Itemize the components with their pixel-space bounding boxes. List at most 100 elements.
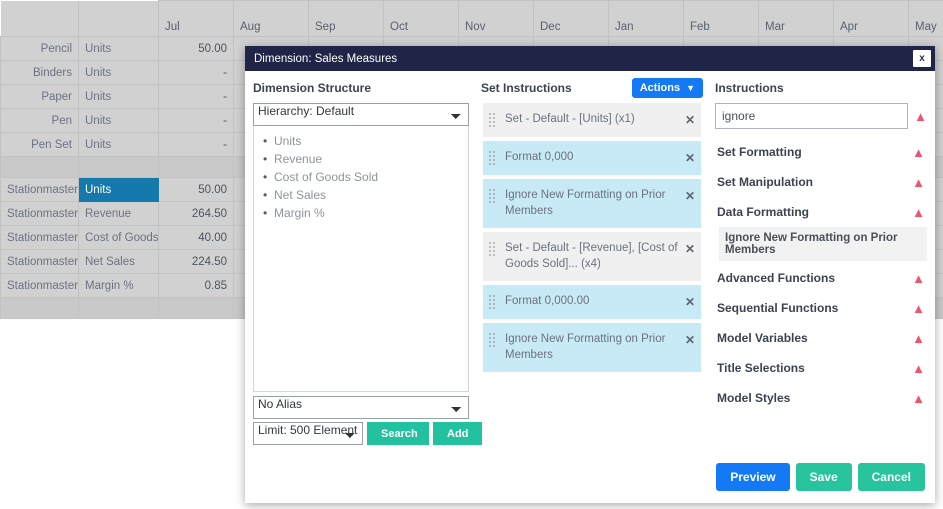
grid-header-aug[interactable]: Aug: [234, 1, 309, 37]
section-header[interactable]: Set Manipulation ▲: [715, 169, 927, 195]
section-header[interactable]: Set Formatting ▲: [715, 139, 927, 165]
grid-header-sep[interactable]: Sep: [309, 1, 384, 37]
grid-header-jan[interactable]: Jan: [609, 1, 684, 37]
grid-header-apr[interactable]: Apr: [834, 1, 909, 37]
remove-icon[interactable]: ✕: [685, 113, 695, 127]
row-measure[interactable]: Units: [79, 85, 159, 109]
row-label: Pencil: [1, 37, 79, 61]
section-header[interactable]: Title Selections ▲: [715, 355, 927, 381]
row-measure[interactable]: Units: [79, 133, 159, 157]
drag-handle-icon[interactable]: [487, 151, 497, 165]
hierarchy-select[interactable]: Hierarchy: Default: [253, 103, 469, 126]
set-instruction-item[interactable]: Format 0,000.00 ✕: [483, 285, 701, 319]
chevron-up-icon[interactable]: ▲: [912, 146, 925, 159]
cell-jul[interactable]: 264.50: [159, 202, 234, 226]
dialog-footer: Preview Save Cancel: [245, 451, 935, 503]
chevron-up-icon[interactable]: ▲: [912, 176, 925, 189]
chevron-up-icon[interactable]: ▲: [912, 272, 925, 285]
row-label: Stationmaster: [1, 274, 79, 298]
alias-select[interactable]: No Alias: [253, 396, 469, 419]
cell-jul[interactable]: 40.00: [159, 226, 234, 250]
row-measure[interactable]: Units: [79, 109, 159, 133]
drag-handle-icon[interactable]: [487, 242, 497, 256]
row-measure[interactable]: Cost of Goods Sold: [79, 226, 159, 250]
remove-icon[interactable]: ✕: [685, 242, 695, 256]
grid-header-feb[interactable]: Feb: [684, 1, 759, 37]
cell-jul[interactable]: 224.50: [159, 250, 234, 274]
grid-header-blank-1: [1, 1, 79, 37]
drag-handle-icon[interactable]: [487, 113, 497, 127]
dialog-title: Dimension: Sales Measures: [254, 53, 913, 65]
dimension-tree[interactable]: Units Revenue Cost of Goods Sold Net Sal…: [253, 126, 469, 392]
set-instruction-label: Format 0,000.00: [505, 294, 685, 310]
search-button[interactable]: Search: [367, 422, 429, 445]
grid-header-jul[interactable]: Jul: [159, 1, 234, 37]
remove-icon[interactable]: ✕: [685, 151, 695, 165]
add-button[interactable]: Add: [433, 422, 482, 445]
tree-item-revenue[interactable]: Revenue: [258, 150, 464, 168]
limit-select[interactable]: Limit: 500 Element: [253, 422, 363, 445]
chevron-up-icon[interactable]: ▲: [912, 392, 925, 405]
drag-handle-icon[interactable]: [487, 295, 497, 309]
cell-jul[interactable]: -: [159, 61, 234, 85]
cell-jul[interactable]: -: [159, 109, 234, 133]
chevron-up-icon[interactable]: ▲: [912, 362, 925, 375]
save-button[interactable]: Save: [796, 463, 852, 491]
cell-jul[interactable]: -: [159, 133, 234, 157]
instructions-library-panel: Instructions ▲ Set Formatting ▲ Set Mani…: [707, 71, 935, 451]
section-header[interactable]: Model Variables ▲: [715, 325, 927, 351]
row-label: Paper: [1, 85, 79, 109]
instructions-search-input[interactable]: [715, 103, 908, 129]
grid-header-dec[interactable]: Dec: [534, 1, 609, 37]
cell-jul[interactable]: 0.85: [159, 274, 234, 298]
drag-handle-icon[interactable]: [487, 333, 497, 347]
set-instruction-item[interactable]: Ignore New Formatting on Prior Members ✕: [483, 323, 701, 372]
set-instruction-item[interactable]: Set - Default - [Units] (x1) ✕: [483, 103, 701, 137]
section-label: Set Formatting: [717, 145, 912, 159]
cell-jul[interactable]: -: [159, 85, 234, 109]
dialog-titlebar[interactable]: Dimension: Sales Measures x: [245, 46, 935, 71]
section-header[interactable]: Advanced Functions ▲: [715, 265, 927, 291]
cancel-button[interactable]: Cancel: [858, 463, 925, 491]
row-label: Pen: [1, 109, 79, 133]
tree-item-net-sales[interactable]: Net Sales: [258, 186, 464, 204]
grid-header-mar[interactable]: Mar: [759, 1, 834, 37]
section-label: Advanced Functions: [717, 271, 912, 285]
cell-jul[interactable]: 50.00: [159, 178, 234, 202]
row-measure[interactable]: Revenue: [79, 202, 159, 226]
row-measure[interactable]: Units: [79, 37, 159, 61]
cell-jul[interactable]: 50.00: [159, 37, 234, 61]
row-measure[interactable]: Net Sales: [79, 250, 159, 274]
set-instruction-item[interactable]: Ignore New Formatting on Prior Members ✕: [483, 179, 701, 228]
row-measure[interactable]: Margin %: [79, 274, 159, 298]
row-measure-selected[interactable]: Units: [79, 178, 159, 202]
section-header[interactable]: Data Formatting ▲: [715, 199, 927, 225]
remove-icon[interactable]: ✕: [685, 295, 695, 309]
set-instructions-list[interactable]: Set - Default - [Units] (x1) ✕ Format 0,…: [481, 103, 703, 445]
section-header[interactable]: Model Styles ▲: [715, 385, 927, 411]
set-instruction-item[interactable]: Set - Default - [Revenue], [Cost of Good…: [483, 232, 701, 281]
set-instruction-item[interactable]: Format 0,000 ✕: [483, 141, 701, 175]
collapse-all-icon[interactable]: ▲: [914, 110, 927, 123]
tree-item-margin-percent[interactable]: Margin %: [258, 204, 464, 222]
remove-icon[interactable]: ✕: [685, 333, 695, 347]
tree-item-cost-of-goods-sold[interactable]: Cost of Goods Sold: [258, 168, 464, 186]
chevron-up-icon[interactable]: ▲: [912, 302, 925, 315]
section-header[interactable]: Sequential Functions ▲: [715, 295, 927, 321]
remove-icon[interactable]: ✕: [685, 189, 695, 203]
section-label: Data Formatting: [717, 205, 912, 219]
tree-item-units[interactable]: Units: [258, 132, 464, 150]
row-measure[interactable]: Units: [79, 61, 159, 85]
drag-handle-icon[interactable]: [487, 189, 497, 203]
instruction-option-ignore-new-formatting[interactable]: Ignore New Formatting on Prior Members: [719, 227, 927, 261]
grid-header-nov[interactable]: Nov: [459, 1, 534, 37]
instructions-heading: Instructions: [715, 79, 927, 97]
chevron-up-icon[interactable]: ▲: [912, 206, 925, 219]
grid-header-oct[interactable]: Oct: [384, 1, 459, 37]
close-icon[interactable]: x: [913, 50, 931, 67]
set-instructions-panel: Set Instructions Actions ▼ Set - Default…: [477, 71, 707, 451]
actions-button[interactable]: Actions ▼: [632, 78, 703, 98]
grid-header-may[interactable]: May: [909, 1, 943, 37]
chevron-up-icon[interactable]: ▲: [912, 332, 925, 345]
preview-button[interactable]: Preview: [716, 463, 789, 491]
